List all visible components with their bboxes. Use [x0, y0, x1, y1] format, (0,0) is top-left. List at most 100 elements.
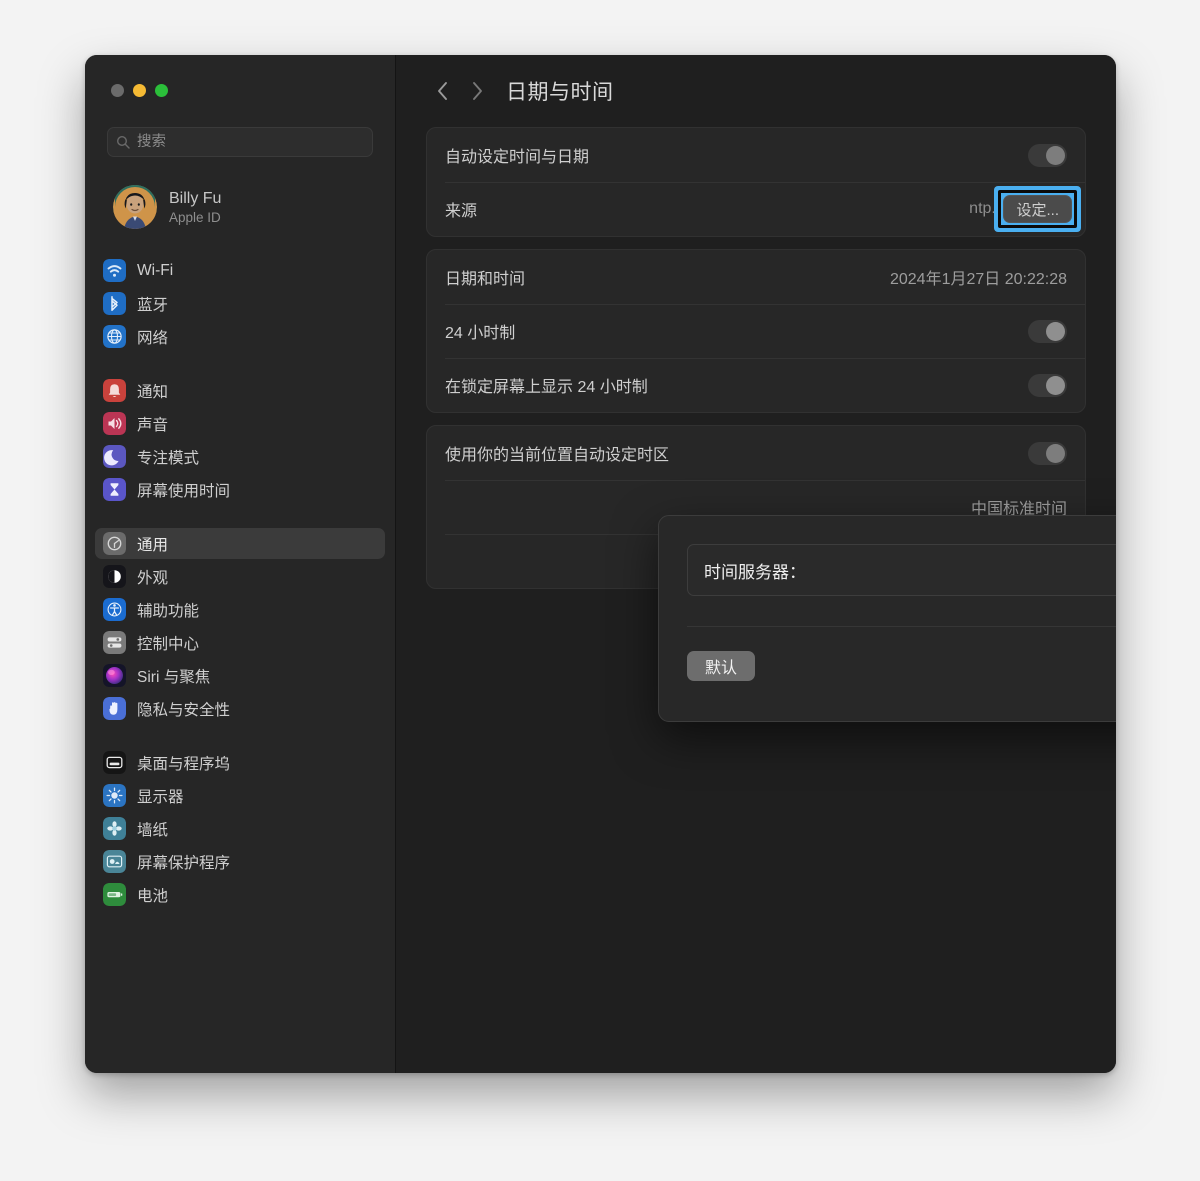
- toggle-knob: [1046, 375, 1065, 395]
- chevron-left-icon[interactable]: [426, 74, 460, 108]
- set-time-server-button[interactable]: 设定...: [1003, 195, 1072, 223]
- sidebar: 搜索 Billy Fu Apple ID Wi-Fi 蓝牙 网络 通知 声音 专…: [85, 55, 396, 1073]
- toggle-24-hour-time[interactable]: [1028, 319, 1067, 343]
- row-right: [1028, 319, 1067, 343]
- sidebar-item-label: 电池: [137, 887, 169, 905]
- maximize-window-icon[interactable]: [155, 83, 168, 97]
- toggle-auto-set-datetime[interactable]: [1028, 143, 1067, 167]
- sidebar-item-accessibility[interactable]: 辅助功能: [95, 594, 385, 625]
- bell-icon: [103, 379, 126, 402]
- traffic-light-group: [85, 79, 395, 101]
- row-label: 自动设定时间与日期: [445, 149, 590, 166]
- sidebar-item-screensaver[interactable]: 屏幕保护程序: [95, 846, 385, 877]
- sidebar-item-label: 通知: [137, 383, 169, 401]
- sidebar-item-label: 控制中心: [137, 635, 200, 653]
- sidebar-item-battery[interactable]: 电池: [95, 879, 385, 910]
- sidebar-item-sound[interactable]: 声音: [95, 408, 385, 439]
- datetime-card: 日期和时间 2024年1月27日 20:22:28 24 小时制 在锁定屏幕上显…: [426, 249, 1086, 413]
- chevron-right-icon[interactable]: [460, 74, 494, 108]
- sidebar-item-label: 显示器: [137, 788, 184, 806]
- desktop-dock-icon: [103, 751, 126, 774]
- appearance-icon: [103, 565, 126, 588]
- default-button[interactable]: 默认: [687, 651, 756, 681]
- sidebar-group-network: Wi-Fi 蓝牙 网络: [85, 255, 395, 352]
- sidebar-divider: [85, 726, 395, 745]
- sidebar-item-screentime[interactable]: 屏幕使用时间: [95, 474, 385, 505]
- time-server-field-group[interactable]: 时间服务器： ntp.sysgeek.cn: [687, 544, 1116, 596]
- row-auto-timezone[interactable]: 使用你的当前位置自动设定时区: [427, 426, 1085, 480]
- sidebar-item-label: 网络: [137, 329, 169, 347]
- sidebar-item-label: 外观: [137, 569, 169, 587]
- sidebar-item-label: 通用: [137, 536, 169, 554]
- account-row[interactable]: Billy Fu Apple ID: [107, 181, 395, 233]
- sidebar-item-label: 声音: [137, 416, 169, 434]
- sidebar-group-personal: 通知 声音 专注模式 屏幕使用时间: [85, 375, 395, 505]
- sidebar-item-privacy-security[interactable]: 隐私与安全性: [95, 693, 385, 724]
- sidebar-item-label: 专注模式: [137, 449, 200, 467]
- sidebar-item-label: Siri 与聚焦: [137, 668, 211, 686]
- row-label: 使用你的当前位置自动设定时区: [445, 447, 670, 464]
- wifi-icon: [103, 259, 126, 282]
- sidebar-group-display: 桌面与程序坞 显示器 墙纸 屏幕保护程序 电池: [85, 747, 395, 910]
- page-title: 日期与时间: [506, 81, 614, 104]
- row-right: [1028, 441, 1067, 465]
- sidebar-item-label: 桌面与程序坞: [137, 755, 231, 773]
- sidebar-item-notifications[interactable]: 通知: [95, 375, 385, 406]
- row-date-and-time[interactable]: 日期和时间 2024年1月27日 20:22:28: [427, 250, 1085, 304]
- row-auto-set-datetime[interactable]: 自动设定时间与日期: [427, 128, 1085, 182]
- sidebar-nav: Wi-Fi 蓝牙 网络 通知 声音 专注模式 屏幕使用时间 通用 外观 辅助功能…: [85, 255, 395, 910]
- search-icon: [116, 135, 130, 149]
- hourglass-icon: [103, 478, 126, 501]
- sidebar-item-appearance[interactable]: 外观: [95, 561, 385, 592]
- sidebar-divider: [85, 507, 395, 526]
- sidebar-item-wallpaper[interactable]: 墙纸: [95, 813, 385, 844]
- sidebar-item-label: 屏幕保护程序: [137, 854, 231, 872]
- search-field[interactable]: 搜索: [107, 127, 373, 157]
- display-brightness-icon: [103, 784, 126, 807]
- row-label: 24 小时制: [445, 325, 516, 342]
- moon-icon: [103, 445, 126, 468]
- sidebar-group-system: 通用 外观 辅助功能 控制中心 Siri 与聚焦 隐私与安全性: [85, 528, 395, 724]
- system-settings-window: 搜索 Billy Fu Apple ID Wi-Fi 蓝牙 网络 通知 声音 专…: [85, 55, 1116, 1073]
- sidebar-item-siri-spotlight[interactable]: Siri 与聚焦: [95, 660, 385, 691]
- sidebar-divider: [85, 354, 395, 373]
- time-server-label: 时间服务器：: [704, 562, 806, 582]
- control-center-icon: [103, 631, 126, 654]
- row-24-hour-lockscreen[interactable]: 在锁定屏幕上显示 24 小时制: [427, 358, 1085, 412]
- close-window-icon[interactable]: [111, 83, 124, 97]
- row-time-source[interactable]: 来源 ntp.sysgeek.c 设定...: [427, 182, 1085, 236]
- highlight-ring: 设定...: [994, 186, 1081, 232]
- highlight-ring-inner: 设定...: [998, 190, 1077, 228]
- sidebar-item-label: 墙纸: [137, 821, 169, 839]
- toggle-24-hour-lockscreen[interactable]: [1028, 373, 1067, 397]
- row-right: [1028, 143, 1067, 167]
- siri-icon: [103, 664, 126, 687]
- row-24-hour-time[interactable]: 24 小时制: [427, 304, 1085, 358]
- sidebar-item-focus[interactable]: 专注模式: [95, 441, 385, 472]
- toggle-auto-timezone[interactable]: [1028, 441, 1067, 465]
- battery-icon: [103, 883, 126, 906]
- sidebar-item-bluetooth[interactable]: 蓝牙: [95, 288, 385, 319]
- sidebar-item-displays[interactable]: 显示器: [95, 780, 385, 811]
- sidebar-item-label: Wi-Fi: [137, 261, 174, 279]
- speaker-icon: [103, 412, 126, 435]
- main-pane: 日期与时间 自动设定时间与日期 来源 ntp.sysgeek.c: [396, 55, 1116, 1073]
- sidebar-item-label: 蓝牙: [137, 296, 169, 314]
- row-right: 2024年1月27日 20:22:28: [890, 265, 1067, 289]
- row-label: 在锁定屏幕上显示 24 小时制: [445, 379, 648, 396]
- wallpaper-icon: [103, 817, 126, 840]
- sidebar-item-general[interactable]: 通用: [95, 528, 385, 559]
- sidebar-item-desktop-dock[interactable]: 桌面与程序坞: [95, 747, 385, 778]
- row-label: 日期和时间: [445, 271, 526, 288]
- minimize-window-icon[interactable]: [133, 83, 146, 97]
- row-label: 来源: [445, 203, 478, 220]
- bluetooth-icon: [103, 292, 126, 315]
- sheet-body: 时间服务器： ntp.sysgeek.cn: [659, 516, 1116, 627]
- avatar: [113, 185, 157, 229]
- account-name: Billy Fu: [169, 189, 222, 207]
- toggle-knob: [1046, 443, 1065, 463]
- sidebar-item-network[interactable]: 网络: [95, 321, 385, 352]
- gear-icon: [103, 532, 126, 555]
- sidebar-item-wifi[interactable]: Wi-Fi: [95, 255, 385, 286]
- sidebar-item-control-center[interactable]: 控制中心: [95, 627, 385, 658]
